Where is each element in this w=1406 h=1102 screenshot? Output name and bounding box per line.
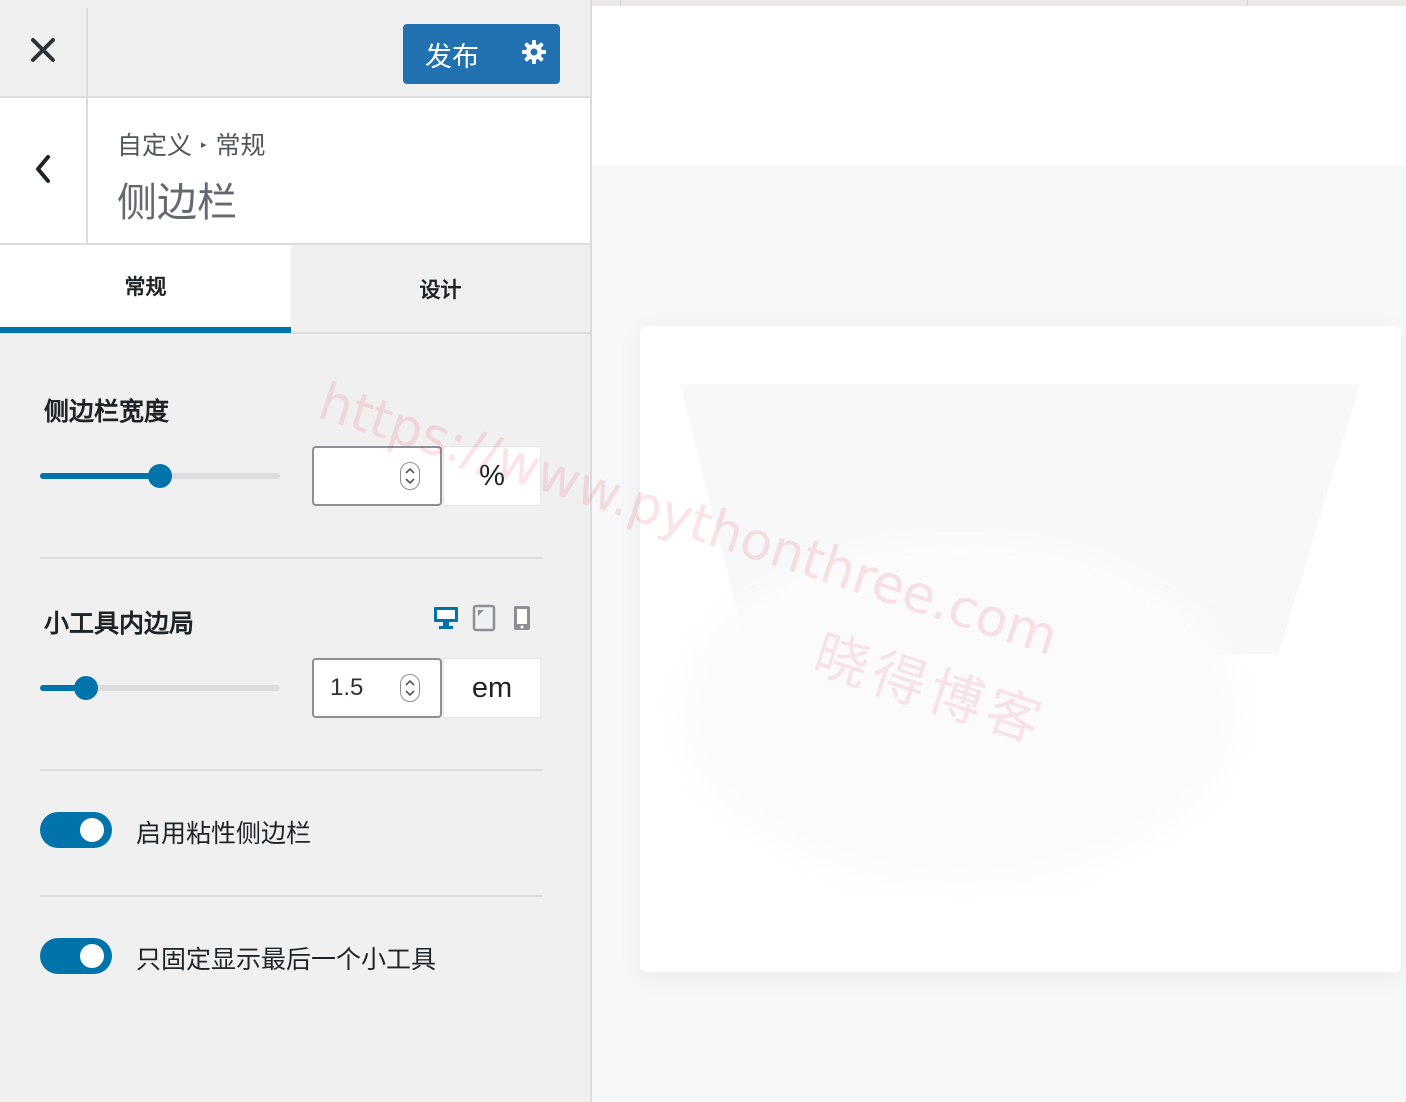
mobile-icon[interactable] bbox=[512, 604, 532, 636]
widget-padding-input-value: 1.5 bbox=[330, 674, 364, 701]
toggle-knob bbox=[80, 944, 104, 968]
divider bbox=[40, 769, 542, 771]
gear-icon bbox=[521, 39, 547, 69]
tablet-icon[interactable] bbox=[472, 604, 496, 636]
sidebar-width-unit[interactable]: % bbox=[443, 446, 541, 506]
desktop-icon[interactable] bbox=[432, 605, 460, 635]
sticky-last-widget-toggle[interactable] bbox=[40, 938, 112, 974]
site-preview[interactable] bbox=[592, 0, 1406, 1102]
section-header: 自定义 ▸ 常规 侧边栏 bbox=[0, 98, 590, 245]
tab-design[interactable]: 设计 bbox=[291, 245, 590, 332]
breadcrumb: 自定义 ▸ 常规 bbox=[117, 126, 266, 162]
publish-button-group: 发布 bbox=[403, 24, 560, 84]
preview-header-area bbox=[592, 6, 1406, 166]
number-spinner-icon[interactable] bbox=[400, 674, 420, 702]
divider bbox=[40, 557, 542, 559]
breadcrumb-item: 常规 bbox=[215, 131, 266, 160]
customizer-panel: 发布 自定义 ▸ 常规 侧边栏 常规 设计 侧边栏宽度 % 小工具内边局 1.5… bbox=[0, 0, 592, 1102]
publish-button[interactable]: 发布 bbox=[403, 35, 507, 74]
back-button[interactable] bbox=[0, 98, 88, 243]
customizer-topbar: 发布 bbox=[0, 0, 590, 98]
breadcrumb-separator-icon: ▸ bbox=[201, 137, 207, 151]
breadcrumb-item[interactable]: 自定义 bbox=[117, 126, 192, 162]
slider-fill bbox=[40, 473, 160, 479]
publish-settings-button[interactable] bbox=[507, 24, 560, 84]
widget-padding-input[interactable]: 1.5 bbox=[312, 658, 442, 718]
chevron-left-icon bbox=[33, 153, 53, 189]
toggle-knob bbox=[80, 818, 104, 842]
sticky-sidebar-label: 启用粘性侧边栏 bbox=[136, 819, 312, 848]
sticky-sidebar-toggle[interactable] bbox=[40, 812, 112, 848]
customizer-screen: 发布 自定义 ▸ 常规 侧边栏 常规 设计 侧边栏宽度 % 小工具内边局 1.5… bbox=[0, 0, 1406, 1102]
widget-padding-label: 小工具内边局 bbox=[44, 609, 195, 638]
sticky-last-widget-label: 只固定显示最后一个小工具 bbox=[136, 945, 437, 974]
tab-bar: 常规 设计 bbox=[0, 245, 590, 334]
sidebar-width-label: 侧边栏宽度 bbox=[44, 397, 170, 426]
widget-padding-unit[interactable]: em bbox=[443, 658, 541, 718]
close-button[interactable] bbox=[0, 8, 88, 96]
slider-thumb[interactable] bbox=[73, 676, 98, 700]
slider-thumb[interactable] bbox=[148, 464, 172, 488]
widget-padding-slider[interactable] bbox=[40, 676, 280, 700]
page-title: 侧边栏 bbox=[117, 180, 237, 226]
divider bbox=[40, 895, 542, 897]
preview-placeholder-shape bbox=[680, 536, 1240, 886]
sidebar-width-input[interactable] bbox=[312, 446, 442, 506]
preview-content-card bbox=[640, 326, 1401, 972]
number-spinner-icon[interactable] bbox=[400, 462, 420, 490]
close-icon bbox=[30, 37, 56, 67]
tab-general[interactable]: 常规 bbox=[0, 245, 291, 333]
sidebar-width-slider[interactable] bbox=[40, 464, 280, 488]
